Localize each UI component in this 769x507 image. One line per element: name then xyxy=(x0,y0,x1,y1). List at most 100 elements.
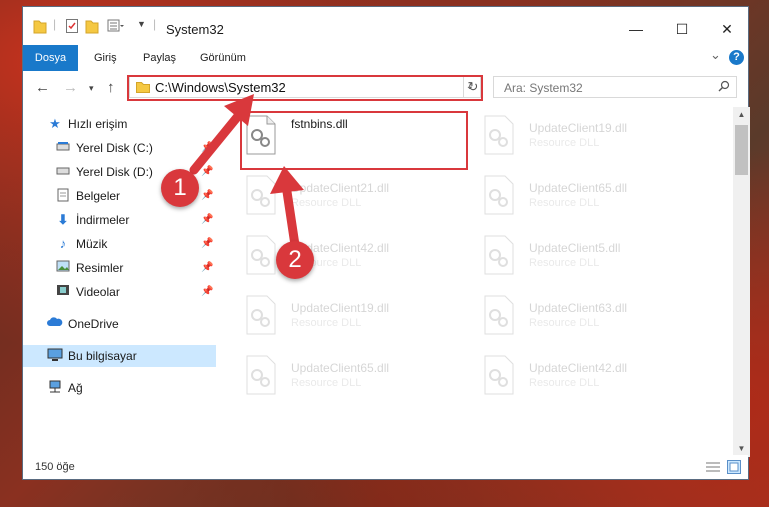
maximize-button[interactable]: ☐ xyxy=(659,15,705,43)
file-type: Resource DLL xyxy=(291,197,362,209)
file-highlight xyxy=(240,111,468,170)
sidebar-item-this-pc[interactable]: Bu bilgisayar xyxy=(23,345,216,367)
search-input[interactable]: Ara: System32 xyxy=(493,76,737,98)
folder-icon xyxy=(33,20,47,34)
file-type: Resource DLL xyxy=(291,317,362,329)
scroll-up-arrow-icon[interactable]: ▲ xyxy=(733,107,750,123)
file-type: Resource DLL xyxy=(529,197,600,209)
file-item[interactable]: UpdateClient5.dll Resource DLL xyxy=(483,235,703,285)
file-name: UpdateClient21.dll xyxy=(291,181,390,195)
large-icons-view-icon[interactable] xyxy=(727,460,741,474)
pin-icon[interactable]: 📌 xyxy=(201,233,213,255)
expand-ribbon-icon[interactable]: ⌄ xyxy=(710,47,721,63)
sidebar-item-label: Hızlı erişim xyxy=(68,117,128,131)
item-count: 150 öğe xyxy=(35,461,75,473)
navigation-pane: ★ Hızlı erişim Yerel Disk (C:) 📌 Yerel D… xyxy=(23,107,216,452)
sidebar-item-network[interactable]: Ağ xyxy=(23,377,216,399)
file-name: UpdateClient5.dll xyxy=(529,241,621,255)
pin-icon[interactable]: 📌 xyxy=(201,209,213,231)
sidebar-item-label: Resimler xyxy=(76,261,124,275)
view-options-icon[interactable] xyxy=(107,18,125,34)
search-icon xyxy=(718,80,730,92)
up-arrow-icon[interactable]: ↑ xyxy=(107,79,115,96)
help-icon[interactable]: ? xyxy=(729,50,744,65)
sidebar-item-label: Ağ xyxy=(68,381,83,395)
dll-file-icon xyxy=(484,235,514,275)
sidebar-item-onedrive[interactable]: OneDrive xyxy=(23,313,216,335)
tab-view[interactable]: Görünüm xyxy=(200,45,246,71)
pin-icon[interactable]: 📌 xyxy=(201,161,213,183)
file-name: UpdateClient19.dll xyxy=(529,121,628,135)
separator: | xyxy=(153,17,157,31)
file-name: UpdateClient63.dll xyxy=(529,301,628,315)
sidebar-item-label: İndirmeler xyxy=(76,213,130,227)
drive-icon xyxy=(55,140,71,156)
customize-toolbar-icon[interactable]: ▼ xyxy=(137,19,146,35)
sidebar-item-label: Bu bilgisayar xyxy=(68,349,137,363)
separator: | xyxy=(53,17,57,31)
pin-icon[interactable]: 📌 xyxy=(201,257,213,279)
file-name: UpdateClient42.dll xyxy=(529,361,628,375)
network-icon xyxy=(47,380,63,396)
file-type: Resource DLL xyxy=(529,137,600,149)
file-type: Resource DLL xyxy=(529,317,600,329)
download-arrow-icon: ⬇ xyxy=(57,212,69,227)
file-item[interactable]: UpdateClient65.dll Resource DLL xyxy=(245,355,465,405)
dll-file-icon xyxy=(484,115,514,155)
sidebar-item-label: OneDrive xyxy=(68,317,119,331)
star-icon: ★ xyxy=(49,116,61,131)
ribbon-tabs: Dosya Giriş Paylaş Görünüm ⌄ ? xyxy=(23,45,748,95)
file-item[interactable]: UpdateClient63.dll Resource DLL xyxy=(483,295,703,345)
minimize-button[interactable]: — xyxy=(613,15,659,43)
close-button[interactable]: ✕ xyxy=(704,15,750,43)
sidebar-item-pictures[interactable]: Resimler 📌 xyxy=(23,257,216,279)
sidebar-item-videos[interactable]: Videolar 📌 xyxy=(23,281,216,303)
file-type: Resource DLL xyxy=(529,377,600,389)
file-type: Resource DLL xyxy=(529,257,600,269)
address-bar-highlight xyxy=(127,75,483,101)
properties-icon[interactable] xyxy=(65,18,79,34)
dll-file-icon xyxy=(246,355,276,395)
tab-share[interactable]: Paylaş xyxy=(143,45,176,71)
drive-icon xyxy=(55,164,71,180)
file-item[interactable]: UpdateClient19.dll Resource DLL xyxy=(245,295,465,345)
file-item[interactable]: UpdateClient19.dll Resource DLL xyxy=(483,115,703,165)
new-folder-icon[interactable] xyxy=(85,18,99,34)
sidebar-item-label: Videolar xyxy=(76,285,120,299)
documents-icon xyxy=(55,188,71,204)
music-note-icon: ♪ xyxy=(59,236,67,251)
dll-file-icon xyxy=(246,295,276,335)
details-view-icon[interactable] xyxy=(705,461,721,473)
file-item[interactable]: UpdateClient42.dll Resource DLL xyxy=(483,355,703,405)
title-bar: | ▼ | System32 — ☐ ✕ xyxy=(23,7,748,45)
file-name: UpdateClient65.dll xyxy=(291,361,390,375)
pin-icon[interactable]: 📌 xyxy=(201,137,213,159)
sidebar-item-label: Belgeler xyxy=(76,189,121,203)
sidebar-item-quick-access[interactable]: ★ Hızlı erişim xyxy=(23,113,216,135)
dll-file-icon xyxy=(484,355,514,395)
cloud-icon xyxy=(47,316,63,332)
file-item[interactable]: UpdateClient21.dll Resource DLL xyxy=(245,175,465,225)
tab-home[interactable]: Giriş xyxy=(94,45,117,71)
sidebar-item-music[interactable]: ♪ Müzik 📌 xyxy=(23,233,216,255)
scrollbar-thumb[interactable] xyxy=(735,125,748,175)
status-bar: 150 öğe xyxy=(23,455,748,479)
file-name: UpdateClient19.dll xyxy=(291,301,390,315)
sidebar-item-label: Müzik xyxy=(76,237,108,251)
vertical-scrollbar[interactable]: ▲ ▼ xyxy=(733,107,750,457)
film-icon xyxy=(55,284,71,300)
dll-file-icon xyxy=(246,235,276,275)
pin-icon[interactable]: 📌 xyxy=(201,281,213,303)
sidebar-item-downloads[interactable]: ⬇ İndirmeler 📌 xyxy=(23,209,216,231)
back-arrow-icon[interactable]: ← xyxy=(35,79,50,96)
sidebar-item-label: Yerel Disk (D:) xyxy=(76,165,153,179)
file-item[interactable]: UpdateClient65.dll Resource DLL xyxy=(483,175,703,225)
search-placeholder: Ara: System32 xyxy=(504,81,583,95)
recent-locations-icon[interactable]: ▾ xyxy=(89,83,94,94)
forward-arrow-icon[interactable]: → xyxy=(63,79,78,96)
pin-icon[interactable]: 📌 xyxy=(201,185,213,207)
sidebar-item-local-disk-c[interactable]: Yerel Disk (C:) 📌 xyxy=(23,137,216,159)
dll-file-icon xyxy=(484,175,514,215)
computer-icon xyxy=(47,348,63,364)
pictures-icon xyxy=(55,260,71,276)
